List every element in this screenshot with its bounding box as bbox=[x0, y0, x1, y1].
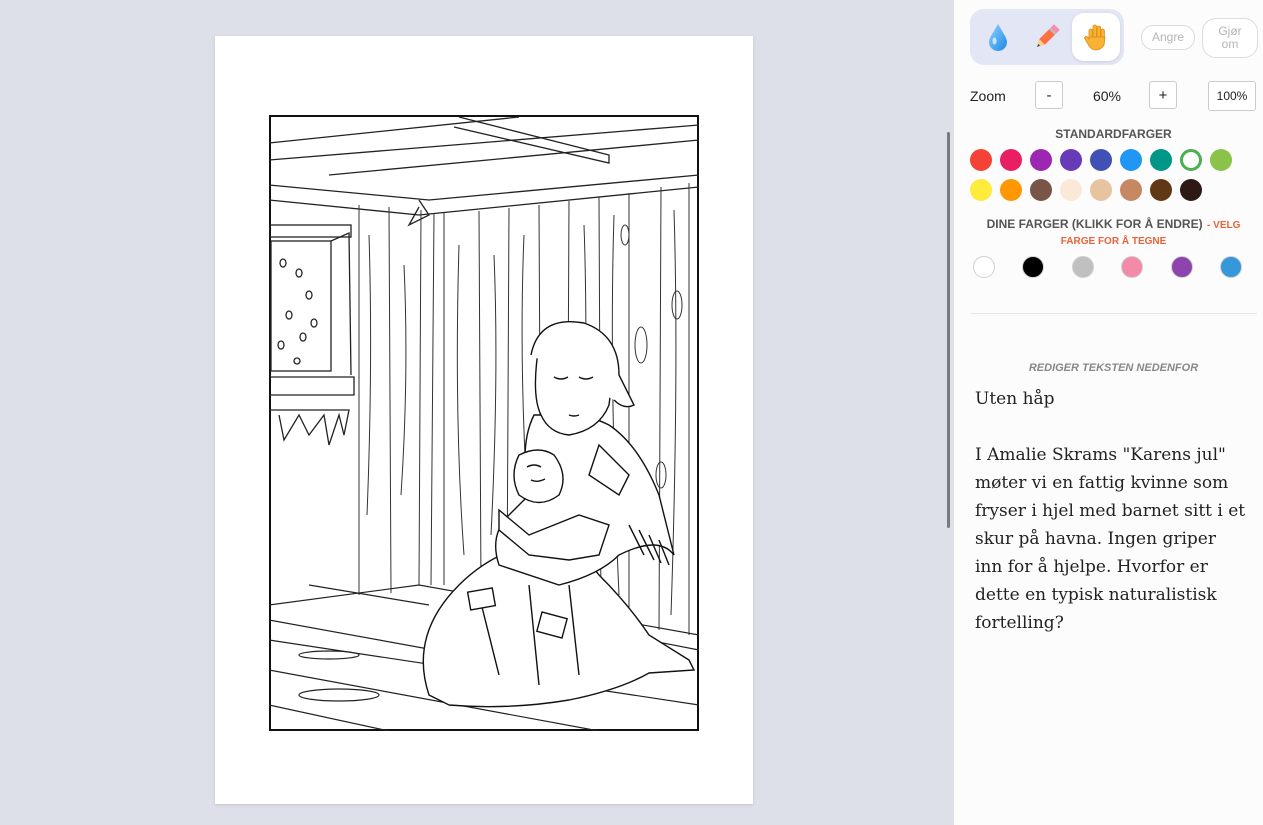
standard-color-swatch[interactable] bbox=[1090, 149, 1112, 171]
pan-tool-button[interactable] bbox=[1072, 13, 1120, 61]
text-editor[interactable]: Uten håp I Amalie Skrams "Karens jul" mø… bbox=[975, 385, 1247, 637]
tool-group bbox=[970, 9, 1124, 65]
standard-color-swatch[interactable] bbox=[1150, 179, 1172, 201]
standard-color-swatch[interactable] bbox=[1210, 149, 1232, 171]
standard-color-swatch[interactable] bbox=[1060, 179, 1082, 201]
pencil-tool-button[interactable] bbox=[1023, 13, 1071, 61]
my-color-swatch[interactable] bbox=[1170, 256, 1193, 278]
standard-color-swatch[interactable] bbox=[1060, 149, 1082, 171]
my-color-swatch[interactable] bbox=[1071, 256, 1094, 278]
pencil-icon bbox=[1037, 24, 1060, 47]
my-colors-header: DINE FARGER (KLIKK FOR Å ENDRE) - VELG F… bbox=[970, 217, 1257, 249]
panel-divider bbox=[970, 313, 1257, 314]
standard-color-swatch[interactable] bbox=[1120, 179, 1142, 201]
hand-icon bbox=[1084, 24, 1106, 51]
my-color-swatch[interactable] bbox=[973, 256, 995, 278]
standard-color-swatch[interactable] bbox=[970, 179, 992, 201]
coloring-illustration[interactable] bbox=[269, 115, 699, 731]
water-drop-icon bbox=[989, 24, 1007, 51]
standard-color-swatch[interactable] bbox=[1180, 179, 1202, 201]
standard-color-swatch[interactable] bbox=[1000, 149, 1022, 171]
coloring-page[interactable] bbox=[215, 36, 753, 804]
zoom-in-button[interactable]: + bbox=[1149, 81, 1177, 109]
standard-color-swatch[interactable] bbox=[970, 149, 992, 171]
standard-colors-title: STANDARDFARGER bbox=[1055, 127, 1172, 141]
zoom-reset-button[interactable]: 100% bbox=[1208, 81, 1256, 111]
my-color-swatch[interactable] bbox=[1022, 256, 1045, 278]
side-panel: Angre Gjør om Zoom - 60% + 100% STANDARD… bbox=[954, 0, 1263, 825]
zoom-value: 60% bbox=[1092, 88, 1122, 104]
my-colors-title: DINE FARGER (KLIKK FOR Å ENDRE) bbox=[986, 217, 1203, 231]
edit-text-label: REDIGER TEKSTEN NEDENFOR bbox=[1028, 362, 1199, 374]
zoom-label: Zoom bbox=[970, 88, 1006, 104]
standard-color-swatch[interactable] bbox=[1180, 149, 1202, 171]
my-color-swatch[interactable] bbox=[1121, 256, 1144, 278]
redo-label: Gjør om bbox=[1218, 24, 1242, 51]
undo-button[interactable]: Angre bbox=[1141, 25, 1195, 50]
my-color-swatch[interactable] bbox=[1220, 256, 1242, 278]
fill-tool-button[interactable] bbox=[974, 13, 1022, 61]
standard-color-swatch[interactable] bbox=[1090, 179, 1112, 201]
standard-color-swatch[interactable] bbox=[1030, 149, 1052, 171]
standard-color-swatch[interactable] bbox=[1150, 149, 1172, 171]
canvas-scrollbar[interactable] bbox=[947, 132, 950, 528]
redo-button[interactable]: Gjør om bbox=[1202, 18, 1258, 58]
standard-color-swatch[interactable] bbox=[1030, 179, 1052, 201]
standard-color-swatch[interactable] bbox=[1120, 149, 1142, 171]
standard-color-swatch[interactable] bbox=[1000, 179, 1022, 201]
drawing-canvas-area[interactable] bbox=[0, 0, 954, 825]
zoom-out-button[interactable]: - bbox=[1035, 81, 1063, 109]
